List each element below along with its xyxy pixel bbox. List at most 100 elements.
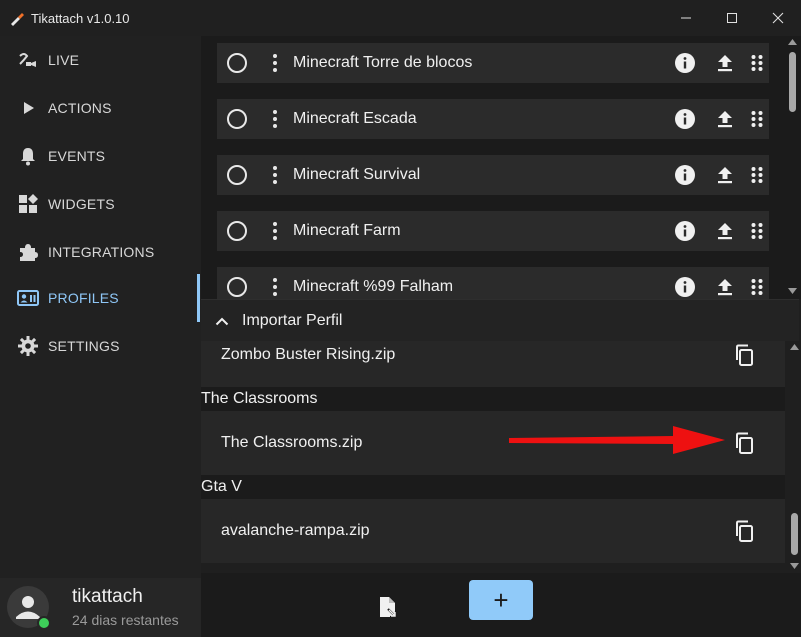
sidebar-item-profiles[interactable]: PROFILES [0, 274, 201, 322]
info-icon[interactable] [674, 108, 696, 130]
scrollbar-thumb[interactable] [791, 513, 798, 555]
drag-handle-icon[interactable] [746, 52, 768, 74]
footer-toolbar: + [201, 573, 801, 637]
user-panel: tikattach 24 dias restantes [0, 578, 201, 637]
upload-icon[interactable] [714, 52, 736, 74]
subscription-days: 24 dias restantes [72, 612, 179, 628]
sidebar-item-actions[interactable]: ACTIONS [0, 84, 201, 132]
scroll-down-icon [788, 288, 797, 294]
upload-icon[interactable] [714, 276, 736, 298]
profile-row[interactable]: Minecraft Survival [217, 155, 769, 195]
sidebar-item-settings[interactable]: SETTINGS [0, 322, 201, 370]
profile-row[interactable]: Minecraft %99 Falham [217, 267, 769, 299]
file-name: The Classrooms.zip [221, 434, 363, 451]
sidebar-item-label: SETTINGS [48, 338, 120, 354]
drag-handle-icon[interactable] [746, 108, 768, 130]
import-file-icon[interactable] [376, 595, 400, 619]
title-bar: Tikattach v1.0.10 [0, 0, 801, 36]
live-icon [17, 49, 39, 71]
profile-list: Minecraft Torre de blocos Minecraft Esca… [201, 36, 801, 299]
drag-handle-icon[interactable] [746, 164, 768, 186]
sidebar-item-widgets[interactable]: WIDGETS [0, 180, 201, 228]
profile-row[interactable]: Minecraft Escada [217, 99, 769, 139]
import-file-list: Zombo Buster Rising.zip The Classrooms T… [201, 341, 785, 573]
add-label: + [493, 585, 509, 615]
profile-select-radio[interactable] [227, 165, 247, 185]
close-icon [772, 12, 784, 24]
profile-name: Minecraft Torre de blocos [293, 54, 473, 71]
sidebar: LIVE ACTIONS EVENTS WIDGETS INTEGRATIONS… [0, 36, 201, 637]
upload-icon[interactable] [714, 220, 736, 242]
info-icon[interactable] [674, 52, 696, 74]
info-icon[interactable] [674, 276, 696, 298]
profile-select-radio[interactable] [227, 277, 247, 297]
more-options-icon[interactable] [273, 54, 277, 72]
group-title: The Classrooms [201, 387, 785, 411]
gear-icon [17, 335, 39, 357]
bell-icon [17, 145, 39, 167]
file-row[interactable]: avalanche-rampa.zip [201, 499, 785, 563]
sidebar-item-label: WIDGETS [48, 196, 115, 212]
maximize-button[interactable] [709, 0, 755, 36]
copy-icon[interactable] [733, 344, 755, 366]
minimize-icon [681, 17, 691, 19]
scroll-down-icon [790, 563, 799, 569]
add-profile-button[interactable]: + [469, 580, 533, 620]
scroll-up-icon [790, 344, 799, 350]
more-options-icon[interactable] [273, 222, 277, 240]
app-logo-icon [9, 10, 25, 26]
file-name: avalanche-rampa.zip [221, 522, 370, 539]
profile-select-radio[interactable] [227, 109, 247, 129]
close-button[interactable] [755, 0, 801, 36]
profile-name: Minecraft Survival [293, 166, 421, 183]
upload-icon[interactable] [714, 108, 736, 130]
sidebar-item-label: EVENTS [48, 148, 106, 164]
sidebar-item-integrations[interactable]: INTEGRATIONS [0, 228, 201, 276]
upload-icon[interactable] [714, 164, 736, 186]
scroll-up-icon [788, 39, 797, 45]
chevron-up-icon [214, 313, 230, 329]
copy-icon[interactable] [733, 520, 755, 542]
group-title: Gta V [201, 475, 785, 499]
user-name: tikattach [72, 586, 143, 607]
more-options-icon[interactable] [273, 278, 277, 296]
import-profile-header[interactable]: Importar Perfil [201, 299, 799, 341]
widgets-icon [17, 193, 39, 215]
copy-icon[interactable] [733, 432, 755, 454]
profile-row[interactable]: Minecraft Torre de blocos [217, 43, 769, 83]
profile-name: Minecraft Escada [293, 110, 417, 127]
drag-handle-icon[interactable] [746, 220, 768, 242]
profile-row[interactable]: Minecraft Farm [217, 211, 769, 251]
main-content: Minecraft Torre de blocos Minecraft Esca… [201, 36, 801, 637]
sidebar-item-label: LIVE [48, 52, 80, 68]
import-list-scrollbar[interactable] [787, 341, 801, 573]
file-row[interactable]: Zombo Buster Rising.zip [201, 341, 785, 387]
more-options-icon[interactable] [273, 166, 277, 184]
profile-name: Minecraft %99 Falham [293, 278, 454, 295]
sidebar-item-label: PROFILES [48, 290, 119, 306]
sidebar-item-label: ACTIONS [48, 100, 112, 116]
info-icon[interactable] [674, 220, 696, 242]
window-title: Tikattach v1.0.10 [31, 10, 130, 26]
profile-select-radio[interactable] [227, 221, 247, 241]
red-arrow-annotation [509, 426, 725, 454]
profile-name: Minecraft Farm [293, 222, 401, 239]
active-indicator [197, 274, 200, 322]
more-options-icon[interactable] [273, 110, 277, 128]
online-status-dot [37, 616, 51, 630]
info-icon[interactable] [674, 164, 696, 186]
scrollbar-thumb[interactable] [789, 52, 796, 112]
sidebar-item-events[interactable]: EVENTS [0, 132, 201, 180]
file-name: Zombo Buster Rising.zip [221, 346, 396, 363]
drag-handle-icon[interactable] [746, 276, 768, 298]
sidebar-item-label: INTEGRATIONS [48, 244, 155, 260]
import-profile-title: Importar Perfil [242, 311, 343, 329]
profile-select-radio[interactable] [227, 53, 247, 73]
puzzle-icon [17, 241, 39, 263]
minimize-button[interactable] [663, 0, 709, 36]
profile-list-scrollbar[interactable] [785, 36, 799, 299]
profile-card-icon [17, 287, 39, 309]
maximize-icon [727, 13, 737, 23]
play-icon [17, 97, 39, 119]
sidebar-item-live[interactable]: LIVE [0, 36, 201, 84]
